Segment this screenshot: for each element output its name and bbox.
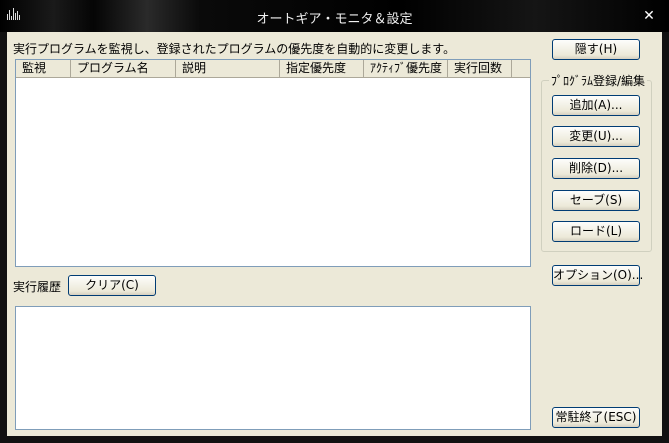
column-header-assigned-priority[interactable]: 指定優先度	[280, 60, 364, 77]
column-header-program-name[interactable]: プログラム名	[71, 60, 176, 77]
column-header-monitor[interactable]: 監視	[16, 60, 71, 77]
list-header-filler	[516, 60, 530, 77]
column-header-active-priority[interactable]: ｱｸﾃｨﾌﾞ優先度	[364, 60, 448, 77]
clear-history-button[interactable]: クリア(C)	[68, 275, 156, 296]
history-box[interactable]	[15, 306, 531, 430]
description-text: 実行プログラムを監視し、登録されたプログラムの優先度を自動的に変更します。	[13, 42, 456, 56]
exit-resident-button[interactable]: 常駐終了(ESC)	[552, 407, 640, 428]
add-button[interactable]: 追加(A)...	[552, 95, 640, 116]
column-header-run-count[interactable]: 実行回数	[448, 60, 512, 77]
hide-button[interactable]: 隠す(H)	[552, 39, 640, 60]
title-bar[interactable]: オートギア・モニタ＆設定 ✕	[0, 0, 669, 32]
program-edit-group-label: ﾌﾟﾛｸﾞﾗﾑ登録/編集	[549, 72, 648, 89]
history-label: 実行履歴	[13, 280, 62, 294]
save-button[interactable]: セーブ(S)	[552, 190, 640, 211]
program-list[interactable]: 監視 プログラム名 説明 指定優先度 ｱｸﾃｨﾌﾞ優先度 実行回数	[15, 59, 531, 267]
window-title: オートギア・モニタ＆設定	[256, 12, 413, 27]
app-window: オートギア・モニタ＆設定 ✕ 実行プログラムを監視し、登録されたプログラムの優先…	[0, 0, 669, 443]
change-button[interactable]: 変更(U)...	[552, 126, 640, 147]
delete-button[interactable]: 削除(D)...	[552, 158, 640, 179]
client-area: 実行プログラムを監視し、登録されたプログラムの優先度を自動的に変更します。 監視…	[7, 32, 662, 436]
list-header: 監視 プログラム名 説明 指定優先度 ｱｸﾃｨﾌﾞ優先度 実行回数	[16, 60, 530, 78]
load-button[interactable]: ロード(L)	[552, 221, 640, 242]
options-button[interactable]: オプション(O)...	[552, 265, 643, 286]
column-header-description[interactable]: 説明	[176, 60, 280, 77]
close-button[interactable]: ✕	[639, 6, 659, 26]
